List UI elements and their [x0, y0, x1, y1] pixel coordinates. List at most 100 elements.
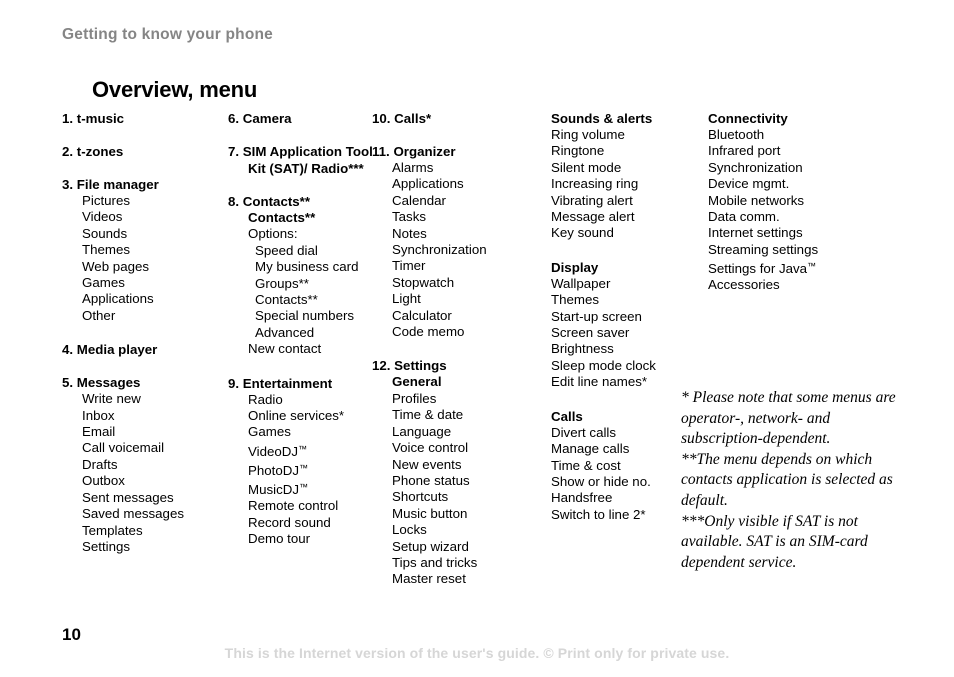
menu-item: Key sound [551, 225, 614, 241]
menu-item: Data comm. [708, 209, 780, 225]
menu-group: 10. Calls* [372, 110, 547, 127]
menu-item: Increasing ring [551, 176, 639, 192]
page-title: Overview, menu [92, 76, 258, 102]
menu-item: Time & date [392, 407, 464, 423]
menu-item: Templates [82, 522, 143, 538]
menu-group-heading: 6. Camera [228, 111, 292, 126]
menu-item: Settings for Java™ [708, 261, 817, 277]
menu-group-heading: 12. Settings [372, 358, 447, 374]
menu-group: 7. SIM Application Tool Kit (SAT)/ Radio… [228, 143, 373, 177]
footnote-line: **The menu depends on which contacts app… [681, 450, 893, 509]
menu-group-heading: Connectivity [708, 111, 788, 126]
menu-item: Saved messages [82, 506, 184, 522]
menu-item: Handsfree [551, 490, 613, 506]
menu-group-heading: Sounds & alerts [551, 111, 653, 126]
menu-item: Themes [551, 292, 600, 308]
menu-group-heading: 2. t-zones [62, 144, 124, 159]
menu-item: VideoDJ™ [248, 443, 308, 459]
menu-item: Applications [392, 176, 464, 192]
menu-item: Bluetooth [708, 127, 765, 142]
menu-item: Ringtone [551, 143, 605, 159]
menu-item: Other [82, 307, 116, 323]
menu-item: Phone status [392, 472, 470, 488]
page-number: 10 [62, 625, 81, 644]
menu-item: Locks [392, 522, 427, 538]
menu-item: Show or hide no. [551, 473, 651, 489]
internet-version-notice: This is the Internet version of the user… [224, 645, 730, 661]
menu-group-heading: 1. t-music [62, 111, 125, 126]
menu-item: Light [392, 291, 421, 307]
menu-item: Message alert [551, 209, 635, 225]
menu-item: Calendar [392, 192, 446, 208]
menu-column-5: Connectivity Bluetooth Infrared port Synchr… [708, 110, 888, 294]
menu-group-heading: 11. Organizer [372, 144, 456, 159]
menu-item: PhotoDJ™ [248, 462, 308, 478]
menu-item: Timer [392, 258, 426, 274]
menu-item: Remote control [248, 498, 339, 514]
menu-item: Brightness [551, 341, 614, 357]
menu-item: Profiles [392, 390, 437, 406]
menu-group-heading: 8. Contacts** [228, 194, 311, 209]
menu-item: Inbox [82, 407, 115, 423]
menu-item: Shortcuts [392, 489, 449, 505]
menu-column-4: Sounds & alerts Ring volume Ringtone Silent… [551, 110, 701, 523]
menu-item: Pictures [82, 193, 131, 208]
menu-item: Sent messages [82, 489, 174, 505]
menu-group-heading: Calls [551, 408, 583, 424]
menu-item: Speed dial [255, 242, 318, 258]
menu-item: Games [82, 275, 125, 291]
menu-group: 2. t-zones [62, 143, 227, 160]
menu-item: Outbox [82, 473, 125, 489]
menu-group: Sounds & alerts Ring volume Ringtone Silent… [551, 110, 701, 242]
menu-group: 3. File manager Pictures Videos Sounds Theme… [62, 176, 227, 324]
menu-group: 5. Messages Write new Inbox Email Call voice… [62, 374, 227, 555]
footnote-line: * Please note that some menus are operat… [681, 389, 896, 448]
menu-item: Infrared port [708, 143, 781, 159]
menu-item: Drafts [82, 456, 118, 472]
menu-item: Call voicemail [82, 440, 165, 456]
menu-item: Synchronization [708, 159, 803, 175]
menu-item: Tasks [392, 209, 426, 225]
menu-group-heading: 4. Media player [62, 342, 158, 358]
menu-item: General [392, 374, 442, 390]
menu-item: Email [82, 424, 116, 440]
menu-group: 8. Contacts** Contacts** Options: Speed dia… [228, 193, 373, 358]
menu-item: Tips and tricks [392, 554, 478, 570]
menu-column-1: 1. t-music 2. t-zones 3. File manager Pictu… [62, 110, 227, 555]
menu-item: Switch to line 2* [551, 506, 646, 522]
menu-item: Device mgmt. [708, 176, 790, 192]
menu-item: Setup wizard [392, 538, 469, 554]
menu-item: Advanced [255, 324, 315, 340]
menu-item: Groups** [255, 275, 309, 291]
menu-item: Games [248, 424, 291, 440]
menu-item: Streaming settings [708, 241, 819, 257]
menu-item: Online services* [248, 408, 345, 424]
running-head: Getting to know your phone [62, 26, 273, 43]
menu-item: Record sound [248, 514, 331, 530]
menu-item: Options: [248, 226, 298, 242]
menu-group: Display Wallpaper Themes Start-up screen Scr… [551, 259, 701, 391]
menu-group: 9. Entertainment Radio Online services* Gam… [228, 375, 373, 548]
menu-item: Language [392, 423, 452, 439]
menu-group-heading: 9. Entertainment [228, 375, 333, 391]
menu-item: Divert calls [551, 424, 617, 440]
menu-item: Write new [82, 391, 141, 407]
menu-item: Ring volume [551, 127, 625, 142]
menu-item: Contacts** [248, 210, 316, 225]
menu-group: 4. Media player [62, 341, 227, 358]
menu-item: New events [392, 456, 462, 472]
menu-item: Voice control [392, 440, 469, 456]
menu-group-heading: 10. Calls* [372, 111, 432, 126]
menu-item: New contact [248, 341, 322, 357]
menu-column-2: 6. Camera 7. SIM Application Tool Kit (SA… [228, 110, 373, 548]
menu-item: Mobile networks [708, 192, 805, 208]
menu-item: Accessories [708, 277, 780, 293]
menu-item: Sleep mode clock [551, 357, 656, 373]
menu-item: Start-up screen [551, 308, 642, 324]
